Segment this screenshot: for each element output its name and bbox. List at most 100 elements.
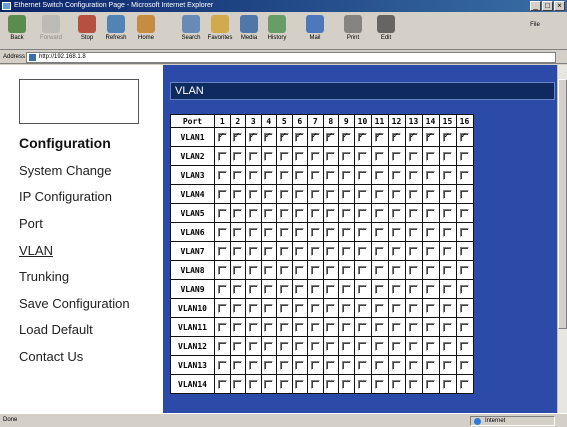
vlan-port-checkbox[interactable]	[409, 360, 418, 370]
vlan-port-checkbox[interactable]	[341, 227, 351, 237]
vlan-port-checkbox[interactable]	[326, 151, 336, 161]
vlan-port-checkbox[interactable]	[375, 360, 384, 370]
vlan-port-checkbox[interactable]	[341, 246, 351, 256]
vlan-port-checkbox[interactable]	[341, 360, 351, 370]
vlan-port-checkbox[interactable]	[248, 151, 258, 161]
vlan-port-checkbox[interactable]	[295, 379, 305, 389]
vlan-port-checkbox[interactable]	[310, 303, 320, 313]
vlan-port-checkbox[interactable]	[326, 284, 336, 294]
vlan-port-checkbox[interactable]	[392, 246, 401, 256]
vlan-port-checkbox[interactable]	[443, 341, 452, 351]
vlan-port-checkbox[interactable]	[279, 227, 289, 237]
vlan-port-checkbox[interactable]	[233, 227, 243, 237]
vlan-port-checkbox[interactable]	[443, 322, 452, 332]
vlan-port-checkbox[interactable]	[392, 322, 401, 332]
vlan-port-checkbox[interactable]	[217, 131, 227, 142]
vlan-port-checkbox[interactable]	[217, 322, 227, 332]
vlan-port-checkbox[interactable]	[217, 265, 227, 275]
vlan-port-checkbox[interactable]	[426, 189, 435, 199]
vlan-port-checkbox[interactable]	[443, 284, 452, 294]
vlan-port-checkbox[interactable]	[279, 189, 289, 199]
vlan-port-checkbox[interactable]	[426, 341, 435, 351]
vlan-port-checkbox[interactable]	[409, 379, 418, 389]
vlan-port-checkbox[interactable]	[279, 151, 289, 161]
vlan-port-checkbox[interactable]	[248, 170, 258, 180]
vlan-port-checkbox[interactable]	[310, 379, 320, 389]
vlan-port-checkbox[interactable]	[264, 131, 274, 142]
vlan-port-checkbox[interactable]	[326, 246, 336, 256]
toolbar-button-print[interactable]: Print	[338, 15, 368, 41]
vlan-port-checkbox[interactable]	[248, 360, 258, 370]
vlan-port-checkbox[interactable]	[264, 227, 274, 237]
address-input[interactable]: http://192.168.1.8	[26, 52, 556, 63]
vlan-port-checkbox[interactable]	[358, 227, 367, 237]
vlan-port-checkbox[interactable]	[375, 189, 384, 199]
vlan-port-checkbox[interactable]	[443, 227, 452, 237]
vlan-port-checkbox[interactable]	[426, 284, 435, 294]
vlan-port-checkbox[interactable]	[392, 151, 401, 161]
vlan-port-checkbox[interactable]	[358, 360, 367, 370]
vlan-port-checkbox[interactable]	[358, 322, 367, 332]
vlan-port-checkbox[interactable]	[443, 189, 452, 199]
vlan-port-checkbox[interactable]	[460, 208, 469, 218]
vlan-port-checkbox[interactable]	[358, 131, 367, 142]
vlan-port-checkbox[interactable]	[295, 208, 305, 218]
vlan-port-checkbox[interactable]	[426, 246, 435, 256]
vlan-port-checkbox[interactable]	[375, 341, 384, 351]
toolbar-button-forward[interactable]: Forward	[36, 15, 66, 41]
vlan-port-checkbox[interactable]	[248, 246, 258, 256]
vlan-port-checkbox[interactable]	[295, 131, 305, 142]
vlan-port-checkbox[interactable]	[326, 360, 336, 370]
vlan-port-checkbox[interactable]	[295, 284, 305, 294]
vlan-port-checkbox[interactable]	[279, 265, 289, 275]
maximize-button[interactable]: □	[542, 1, 553, 11]
vlan-port-checkbox[interactable]	[409, 189, 418, 199]
vlan-port-checkbox[interactable]	[248, 208, 258, 218]
sidebar-item-port[interactable]: Port	[19, 216, 43, 231]
vlan-port-checkbox[interactable]	[375, 379, 384, 389]
vlan-port-checkbox[interactable]	[443, 246, 452, 256]
vlan-port-checkbox[interactable]	[426, 379, 435, 389]
vlan-port-checkbox[interactable]	[409, 341, 418, 351]
vlan-port-checkbox[interactable]	[392, 170, 401, 180]
sidebar-item-save-configuration[interactable]: Save Configuration	[19, 296, 130, 311]
vlan-port-checkbox[interactable]	[310, 341, 320, 351]
vlan-port-checkbox[interactable]	[460, 341, 469, 351]
vlan-port-checkbox[interactable]	[443, 265, 452, 275]
vlan-port-checkbox[interactable]	[460, 170, 469, 180]
close-button[interactable]: ×	[554, 1, 565, 11]
vlan-port-checkbox[interactable]	[248, 189, 258, 199]
vlan-port-checkbox[interactable]	[392, 227, 401, 237]
vlan-port-checkbox[interactable]	[426, 131, 435, 142]
vlan-port-checkbox[interactable]	[279, 208, 289, 218]
vlan-port-checkbox[interactable]	[409, 246, 418, 256]
vlan-port-checkbox[interactable]	[375, 170, 384, 180]
vlan-port-checkbox[interactable]	[326, 227, 336, 237]
vlan-port-checkbox[interactable]	[279, 360, 289, 370]
vlan-port-checkbox[interactable]	[341, 284, 351, 294]
vlan-port-checkbox[interactable]	[217, 151, 227, 161]
vlan-port-checkbox[interactable]	[341, 208, 351, 218]
vlan-port-checkbox[interactable]	[375, 322, 384, 332]
vlan-port-checkbox[interactable]	[310, 227, 320, 237]
vlan-port-checkbox[interactable]	[295, 341, 305, 351]
vlan-port-checkbox[interactable]	[392, 360, 401, 370]
vlan-port-checkbox[interactable]	[460, 151, 469, 161]
vlan-port-checkbox[interactable]	[392, 284, 401, 294]
vlan-port-checkbox[interactable]	[392, 189, 401, 199]
vlan-port-checkbox[interactable]	[233, 360, 243, 370]
vlan-port-checkbox[interactable]	[248, 284, 258, 294]
vlan-port-checkbox[interactable]	[279, 341, 289, 351]
vlan-port-checkbox[interactable]	[310, 360, 320, 370]
vlan-port-checkbox[interactable]	[326, 131, 336, 142]
scrollbar-thumb[interactable]	[558, 79, 567, 329]
vlan-port-checkbox[interactable]	[279, 303, 289, 313]
vlan-port-checkbox[interactable]	[460, 246, 469, 256]
vlan-port-checkbox[interactable]	[217, 284, 227, 294]
vlan-port-checkbox[interactable]	[248, 227, 258, 237]
vlan-port-checkbox[interactable]	[217, 170, 227, 180]
vlan-port-checkbox[interactable]	[279, 246, 289, 256]
vlan-port-checkbox[interactable]	[443, 360, 452, 370]
vlan-port-checkbox[interactable]	[233, 379, 243, 389]
vlan-port-checkbox[interactable]	[217, 189, 227, 199]
